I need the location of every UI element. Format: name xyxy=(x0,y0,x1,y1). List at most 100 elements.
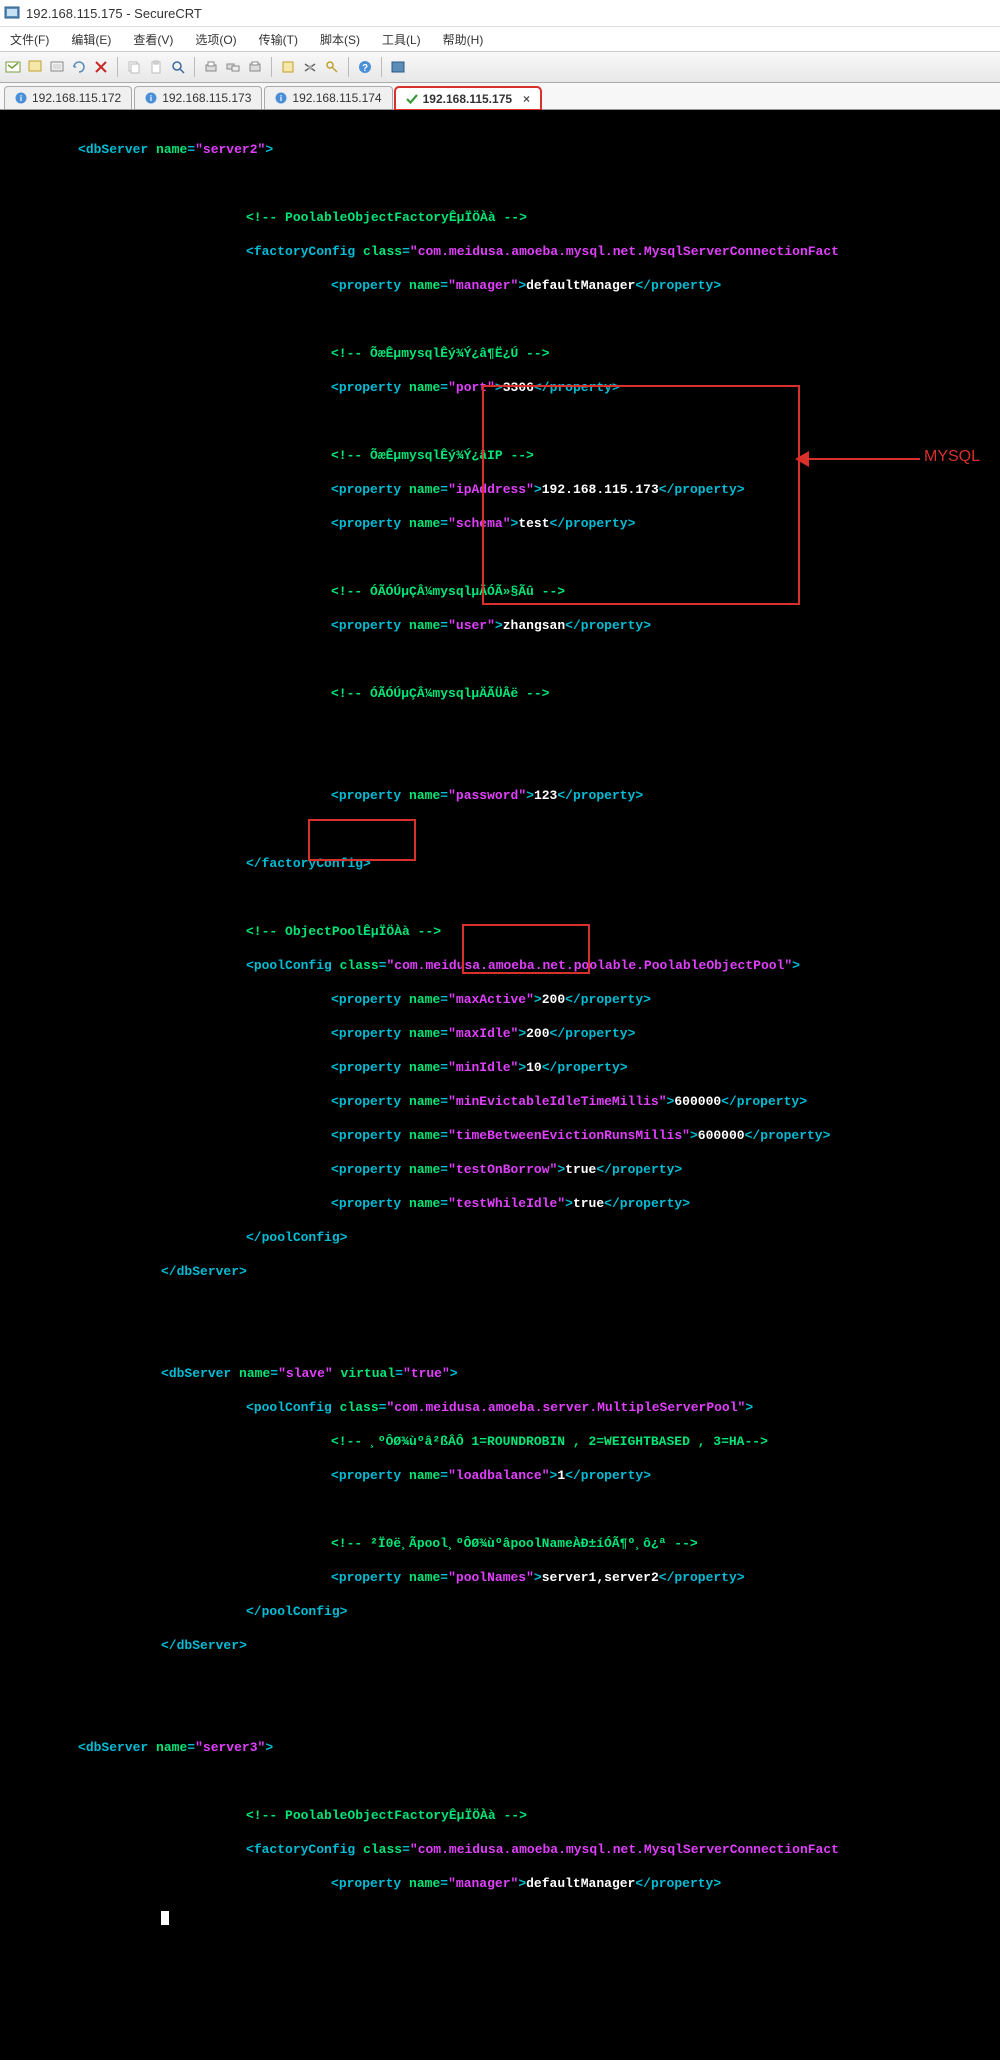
securecrt-app-icon xyxy=(4,5,20,21)
blank-line xyxy=(0,549,1000,566)
tab-label: 192.168.115.175 xyxy=(423,92,512,106)
tab-session-1[interactable]: i 192.168.115.173 xyxy=(134,86,262,109)
xml-line: <property name="loadbalance">1</property… xyxy=(325,1467,1000,1484)
blank-line xyxy=(0,413,1000,430)
toolbar-find-icon[interactable] xyxy=(169,58,187,76)
xml-line: <property name="user">zhangsan</property… xyxy=(325,617,1000,634)
xml-comment: <!-- ¸ºÔØ¾ùºâ²ßÂÔ 1=ROUNDROBIN , 2=WEIGH… xyxy=(325,1433,1000,1450)
blank-line xyxy=(0,719,1000,736)
xml-comment: <!-- PoolableObjectFactoryÊµÏÖÀà --> xyxy=(240,1807,1000,1824)
toolbar-reconnect-icon[interactable] xyxy=(70,58,88,76)
xml-line: <property name="ipAddress">192.168.115.1… xyxy=(325,481,1000,498)
xml-comment: <!-- ÓÃÓÚµÇÂ¼mysqlµÄÓÃ»§Ãû --> xyxy=(325,583,1000,600)
toolbar-quick-connect-icon[interactable] xyxy=(4,58,22,76)
toolbar-printscreen-icon[interactable] xyxy=(246,58,264,76)
xml-line: <property name="testOnBorrow">true</prop… xyxy=(325,1161,1000,1178)
xml-line: <dbServer name="server2"> xyxy=(72,141,1000,158)
xml-line: <dbServer name="server3"> xyxy=(72,1739,1000,1756)
window-titlebar: 192.168.115.175 - SecureCRT xyxy=(0,0,1000,27)
toolbar-key-icon[interactable] xyxy=(323,58,341,76)
menu-file[interactable]: 文件(F) xyxy=(6,29,53,50)
tab-label: 192.168.115.173 xyxy=(162,91,251,105)
tab-label: 192.168.115.174 xyxy=(292,91,381,105)
toolbar-session-icon[interactable] xyxy=(26,58,44,76)
toolbar-options-icon[interactable] xyxy=(279,58,297,76)
xml-line: <poolConfig class="com.meidusa.amoeba.ne… xyxy=(240,957,1000,974)
menu-edit[interactable]: 编辑(E) xyxy=(67,29,115,50)
xml-line: <property name="port">3306</property> xyxy=(325,379,1000,396)
xml-line: <dbServer name="slave" virtual="true"> xyxy=(155,1365,1000,1382)
terminal-pane[interactable]: <dbServer name="server2"> <!-- PoolableO… xyxy=(0,110,1000,2060)
menu-tools[interactable]: 工具(L) xyxy=(378,29,425,50)
blank-line xyxy=(0,651,1000,668)
xml-line: <property name="minEvictableIdleTimeMill… xyxy=(325,1093,1000,1110)
toolbar: ? xyxy=(0,51,1000,83)
info-icon: i xyxy=(15,92,27,104)
xml-line: <property name="maxIdle">200</property> xyxy=(325,1025,1000,1042)
xml-line: <property name="testWhileIdle">true</pro… xyxy=(325,1195,1000,1212)
xml-line: </factoryConfig> xyxy=(240,855,1000,872)
toolbar-separator xyxy=(117,57,118,77)
session-tabbar: i 192.168.115.172 i 192.168.115.173 i 19… xyxy=(0,83,1000,110)
toolbar-help-icon[interactable]: ? xyxy=(356,58,374,76)
menu-view[interactable]: 查看(V) xyxy=(129,29,177,50)
svg-text:i: i xyxy=(280,94,282,103)
xml-line: <property name="password">123</property> xyxy=(325,787,1000,804)
xml-line: <poolConfig class="com.meidusa.amoeba.se… xyxy=(240,1399,1000,1416)
toolbar-printers-icon[interactable] xyxy=(224,58,242,76)
toolbar-terminal-icon[interactable] xyxy=(389,58,407,76)
toolbar-connect-icon[interactable] xyxy=(48,58,66,76)
toolbar-paste-icon[interactable] xyxy=(147,58,165,76)
toolbar-separator xyxy=(381,57,382,77)
blank-line xyxy=(0,753,1000,770)
xml-comment: <!-- ²Ï0ë¸Ãpool¸ºÔØ¾ùºâpoolNameÀÐ±íÓÃ¶º¸… xyxy=(325,1535,1000,1552)
xml-line: <property name="minIdle">10</property> xyxy=(325,1059,1000,1076)
xml-line: </poolConfig> xyxy=(240,1603,1000,1620)
check-icon xyxy=(406,93,418,105)
blank-line xyxy=(0,1297,1000,1314)
menu-transfer[interactable]: 传输(T) xyxy=(255,29,302,50)
info-icon: i xyxy=(145,92,157,104)
xml-comment: <!-- ÕæÊµmysqlÊý¾Ý¿âIP --> xyxy=(325,447,1000,464)
svg-text:?: ? xyxy=(362,63,368,74)
menu-script[interactable]: 脚本(S) xyxy=(316,29,364,50)
blank-line xyxy=(0,1501,1000,1518)
blank-line xyxy=(0,1705,1000,1722)
info-icon: i xyxy=(275,92,287,104)
tab-session-0[interactable]: i 192.168.115.172 xyxy=(4,86,132,109)
toolbar-disconnect-icon[interactable] xyxy=(92,58,110,76)
menu-options[interactable]: 选项(O) xyxy=(191,29,240,50)
xml-comment: <!-- PoolableObjectFactoryÊµÏÖÀà --> xyxy=(240,209,1000,226)
window-title: 192.168.115.175 - SecureCRT xyxy=(26,6,202,21)
xml-comment: <!-- ObjectPoolÊµÏÖÀà --> xyxy=(240,923,1000,940)
svg-text:i: i xyxy=(20,94,22,103)
toolbar-separator xyxy=(348,57,349,77)
tab-session-2[interactable]: i 192.168.115.174 xyxy=(264,86,392,109)
xml-line: <property name="poolNames">server1,serve… xyxy=(325,1569,1000,1586)
xml-line: <property name="timeBetweenEvictionRunsM… xyxy=(325,1127,1000,1144)
xml-line: </dbServer> xyxy=(155,1637,1000,1654)
annotation-arrow-line xyxy=(800,458,920,460)
svg-text:i: i xyxy=(150,94,152,103)
cursor-line xyxy=(155,1909,1000,1926)
toolbar-settings-icon[interactable] xyxy=(301,58,319,76)
blank-line xyxy=(0,889,1000,906)
xml-line: </poolConfig> xyxy=(240,1229,1000,1246)
tab-session-3-active[interactable]: 192.168.115.175 × xyxy=(395,87,541,110)
blank-line xyxy=(0,1671,1000,1688)
tab-label: 192.168.115.172 xyxy=(32,91,121,105)
menu-help[interactable]: 帮助(H) xyxy=(439,29,488,50)
text-cursor xyxy=(161,1911,169,1925)
menubar: 文件(F) 编辑(E) 查看(V) 选项(O) 传输(T) 脚本(S) 工具(L… xyxy=(0,27,1000,51)
annotation-arrow-head-icon xyxy=(795,451,809,467)
close-icon[interactable]: × xyxy=(523,92,530,106)
blank-line xyxy=(0,821,1000,838)
xml-line: <property name="manager">defaultManager<… xyxy=(325,277,1000,294)
toolbar-copy-icon[interactable] xyxy=(125,58,143,76)
blank-line xyxy=(0,311,1000,328)
toolbar-print-icon[interactable] xyxy=(202,58,220,76)
blank-line xyxy=(0,1331,1000,1348)
toolbar-separator xyxy=(271,57,272,77)
xml-comment: <!-- ÓÃÓÚµÇÂ¼mysqlµÄÃÜÂë --> xyxy=(325,685,1000,702)
xml-comment: <!-- ÕæÊµmysqlÊý¾Ý¿â¶Ë¿Ú --> xyxy=(325,345,1000,362)
